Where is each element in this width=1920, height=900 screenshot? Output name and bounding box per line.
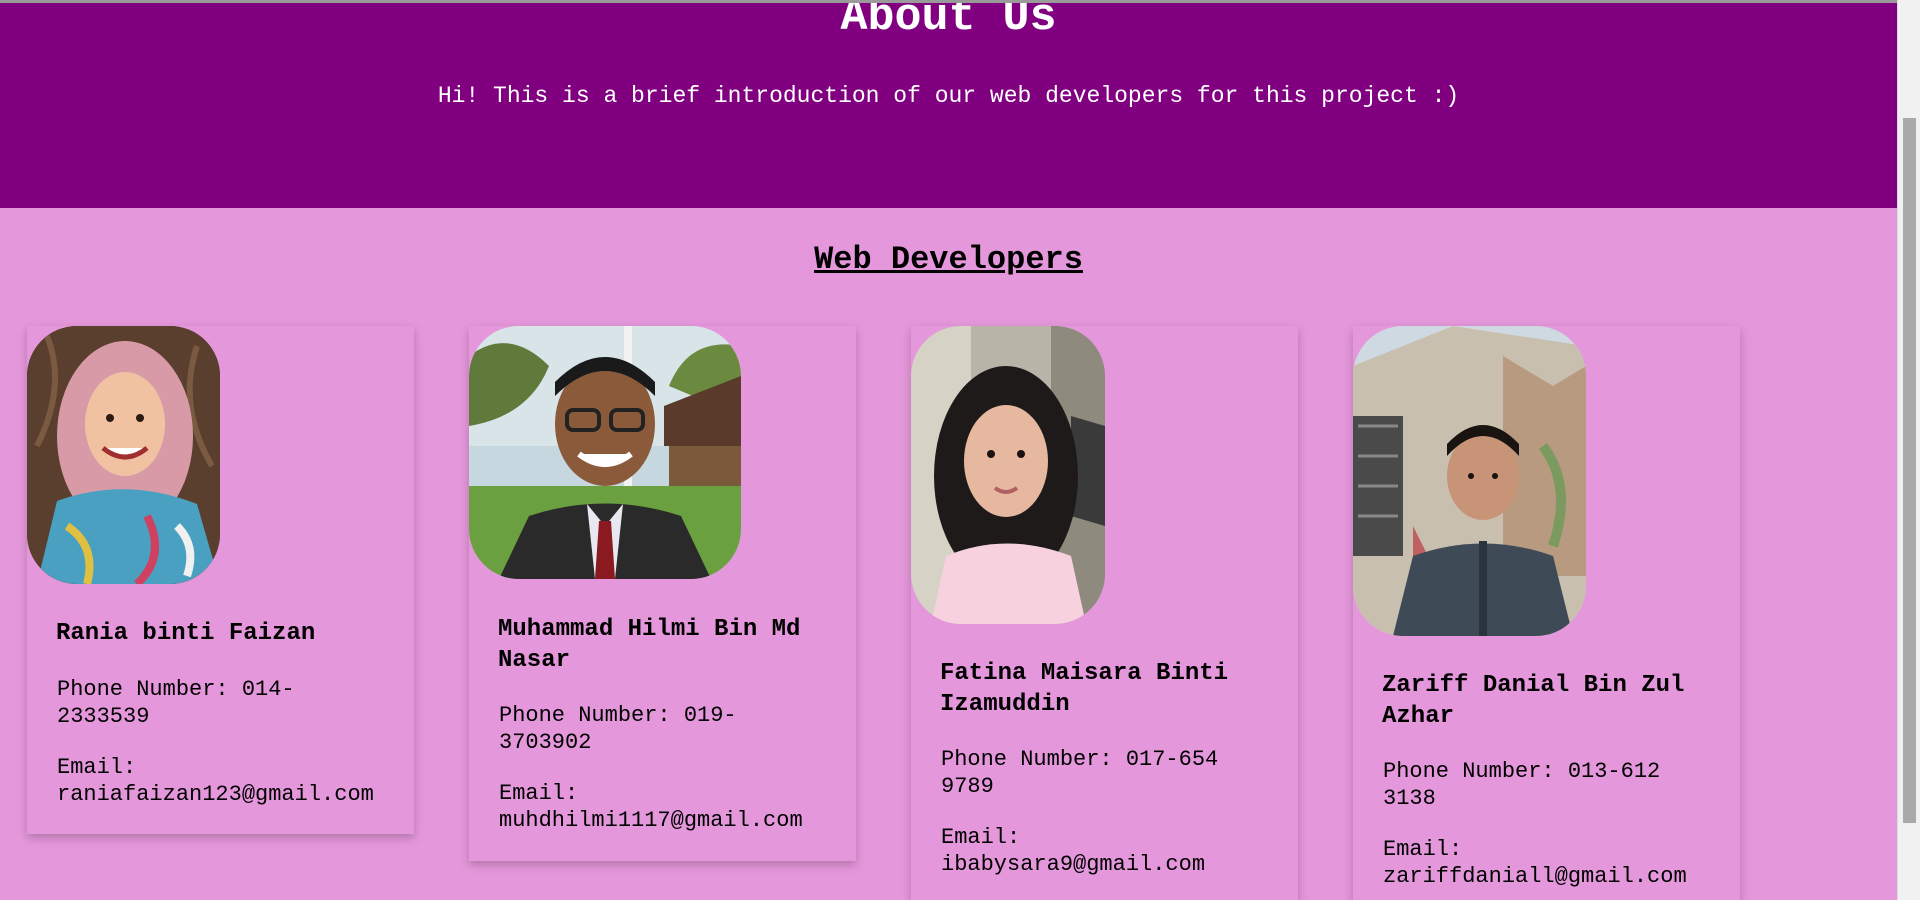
developer-name: Fatina Maisara Binti Izamuddin <box>940 660 1229 718</box>
developer-email: Email: muhdhilmi1117@gmail.com <box>499 781 803 833</box>
profile-photo <box>911 326 1105 624</box>
developer-card: Fatina Maisara Binti Izamuddin Phone Num… <box>911 326 1298 900</box>
developer-email: Email: ibabysara9@gmail.com <box>941 825 1206 877</box>
developer-phone: Phone Number: 019- 3703902 <box>499 703 737 755</box>
page: About Us Hi! This is a brief introductio… <box>0 0 1897 900</box>
developer-email: Email: zariffdaniall@gmail.com <box>1383 837 1687 889</box>
hero-subtitle: Hi! This is a brief introduction of our … <box>437 83 1460 109</box>
page-title: About Us <box>840 0 1057 43</box>
developer-name: Muhammad Hilmi Bin Md Nasar <box>498 616 801 674</box>
developer-name: Rania binti Faizan <box>56 620 316 647</box>
hero-banner: About Us Hi! This is a brief introductio… <box>0 3 1897 208</box>
section-title: Web Developers <box>814 241 1083 278</box>
profile-photo <box>27 326 220 584</box>
profile-photo <box>469 326 741 579</box>
developer-card: Muhammad Hilmi Bin Md Nasar Phone Number… <box>469 326 856 861</box>
profile-photo <box>1353 326 1586 636</box>
developer-card: Rania binti Faizan Phone Number: 014- 23… <box>27 326 414 834</box>
developer-card: Zariff Danial Bin Zul Azhar Phone Number… <box>1353 326 1740 900</box>
developer-phone: Phone Number: 013-612 3138 <box>1383 759 1661 811</box>
developer-name: Zariff Danial Bin Zul Azhar <box>1382 672 1685 730</box>
developer-email: Email: raniafaizan123@gmail.com <box>57 755 374 807</box>
developer-phone: Phone Number: 014- 2333539 <box>57 677 295 729</box>
scrollbar-thumb[interactable] <box>1903 118 1916 823</box>
developer-phone: Phone Number: 017-654 9789 <box>941 747 1219 799</box>
vertical-scrollbar[interactable] <box>1897 0 1920 900</box>
